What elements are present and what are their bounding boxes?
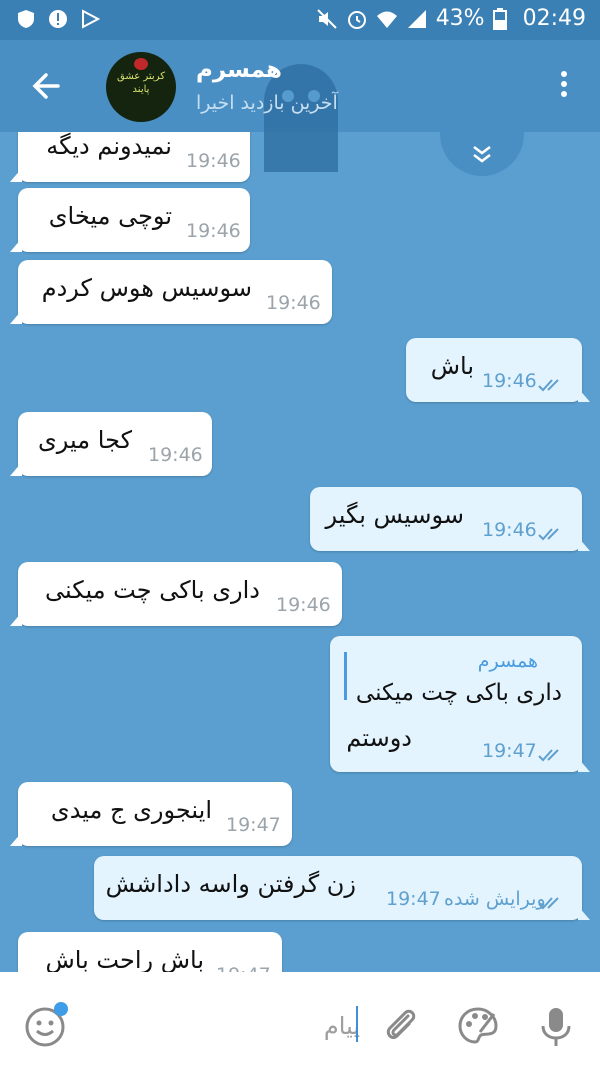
attachment-icon[interactable] bbox=[378, 1004, 422, 1048]
message-text: سوسیس بگیر bbox=[325, 501, 464, 529]
message-time: 19:47 bbox=[482, 740, 537, 762]
back-arrow-icon[interactable] bbox=[28, 68, 64, 104]
mute-icon bbox=[316, 8, 338, 30]
scroll-down-button[interactable] bbox=[440, 132, 524, 176]
chat-header: کربتر عشق پایند همسرم آخرین بازدید اخیرا bbox=[0, 40, 600, 172]
last-seen-status: آخرین بازدید اخیرا bbox=[196, 92, 338, 114]
alert-icon bbox=[48, 9, 68, 29]
message-text: کجا میری bbox=[38, 426, 132, 454]
avatar[interactable]: کربتر عشق پایند bbox=[106, 52, 176, 122]
message-bubble[interactable]: داری باکی چت میکنی 19:46 bbox=[10, 562, 342, 626]
chat-messages[interactable]: نمیدونم دیگه 19:46 توچی میخای 19:46 سوسی… bbox=[0, 132, 600, 972]
message-text: نمیدونم دیگه bbox=[46, 132, 172, 160]
message-time: 19:47 bbox=[226, 814, 281, 836]
notification-dot bbox=[54, 1002, 68, 1016]
text-cursor bbox=[356, 1006, 358, 1042]
message-time: 19:46 bbox=[482, 370, 537, 392]
reply-to-name: همسرم bbox=[477, 650, 538, 672]
message-text: زن گرفتن واسه داداشش bbox=[105, 870, 356, 898]
message-time: 19:47 bbox=[386, 888, 441, 910]
contact-name[interactable]: همسرم bbox=[196, 57, 282, 83]
message-text: داری باکی چت میکنی bbox=[44, 576, 260, 604]
message-text: توچی میخای bbox=[48, 202, 172, 230]
message-time: 19:46 bbox=[266, 292, 321, 314]
reply-to-text: داری باکی چت میکنی bbox=[355, 680, 562, 706]
double-check-icon bbox=[538, 379, 559, 392]
double-check-icon bbox=[538, 749, 559, 762]
alarm-icon bbox=[346, 8, 368, 30]
message-time: 19:47 bbox=[216, 964, 271, 972]
double-check-icon bbox=[538, 528, 559, 541]
status-right: 43% 02:49 bbox=[316, 6, 586, 31]
message-bubble[interactable]: توچی میخای 19:46 bbox=[10, 188, 250, 252]
reply-message-bubble[interactable]: همسرم داری باکی چت میکنی دوستم 19:47 bbox=[330, 636, 590, 772]
play-store-icon bbox=[80, 9, 101, 29]
message-bubble[interactable]: باش راحت باش 19:47 bbox=[18, 932, 282, 972]
message-text: اینجوری ج میدی bbox=[50, 796, 212, 824]
message-bubble[interactable]: کجا میری 19:46 bbox=[10, 412, 212, 476]
avatar-text: کربتر عشق پایند bbox=[116, 71, 165, 95]
reply-bar bbox=[344, 652, 347, 700]
message-time: 19:46 bbox=[276, 594, 331, 616]
message-input[interactable] bbox=[110, 1004, 360, 1048]
message-time: 19:46 bbox=[186, 150, 241, 172]
message-bubble[interactable]: زن گرفتن واسه داداشش 19:47 ویرایش شده bbox=[94, 856, 590, 920]
signal-icon bbox=[406, 8, 428, 30]
more-options-icon[interactable] bbox=[552, 68, 576, 104]
message-bubble[interactable]: سوسیس هوس کردم 19:46 bbox=[10, 260, 332, 324]
status-time: 02:49 bbox=[522, 6, 586, 31]
message-time: 19:46 bbox=[482, 519, 537, 541]
message-bubble[interactable]: باش 19:46 bbox=[406, 338, 590, 402]
shield-icon bbox=[16, 9, 36, 29]
message-text: سوسیس هوس کردم bbox=[41, 274, 252, 302]
message-input-bar bbox=[0, 972, 600, 1067]
message-time: 19:46 bbox=[148, 444, 203, 466]
palette-icon[interactable] bbox=[456, 1004, 500, 1048]
message-text: باش bbox=[430, 352, 474, 380]
edited-label: ویرایش شده bbox=[444, 888, 546, 910]
battery-percent: 43% bbox=[435, 6, 485, 31]
microphone-icon[interactable] bbox=[534, 1004, 578, 1048]
status-left-icons bbox=[16, 9, 101, 29]
message-text: دوستم bbox=[346, 724, 412, 752]
message-bubble[interactable]: سوسیس بگیر 19:46 bbox=[310, 487, 590, 551]
message-bubble[interactable]: اینجوری ج میدی 19:47 bbox=[10, 782, 292, 846]
message-time: 19:46 bbox=[186, 220, 241, 242]
double-chevron-down-icon bbox=[473, 146, 491, 163]
double-check-icon bbox=[538, 897, 559, 910]
message-text: باش راحت باش bbox=[45, 946, 205, 972]
rose-icon bbox=[134, 58, 148, 70]
message-bubble[interactable]: نمیدونم دیگه 19:46 bbox=[10, 132, 250, 182]
battery-icon bbox=[492, 7, 515, 31]
status-bar: 43% 02:49 bbox=[0, 0, 600, 40]
wifi-icon bbox=[376, 8, 398, 30]
